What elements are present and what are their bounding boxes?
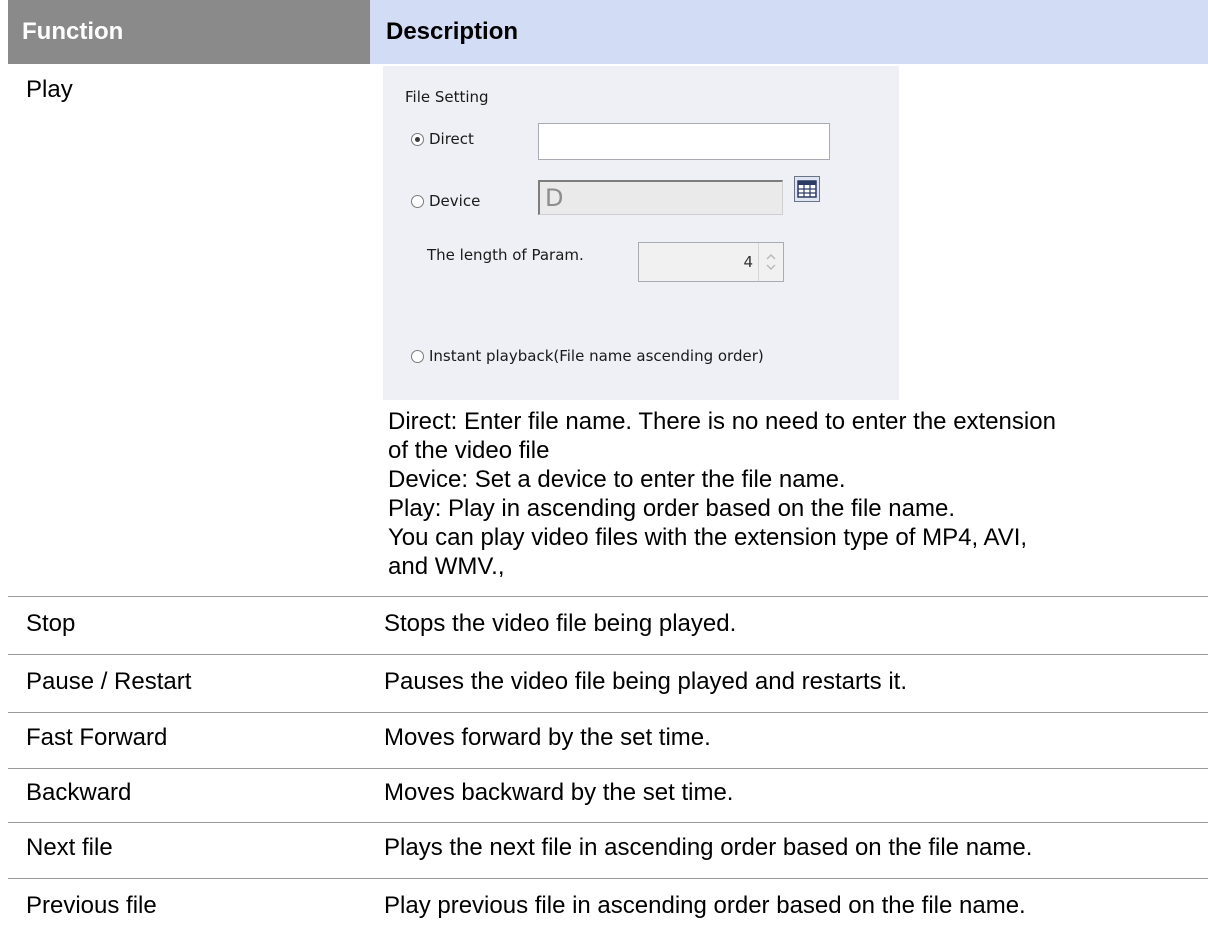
row-divider [8, 878, 1208, 879]
description-cell-previous-file: Play previous file in ascending order ba… [384, 892, 1026, 919]
description-cell-stop: Stops the video file being played. [384, 610, 737, 637]
play-description-line-6: and WMV., [388, 553, 505, 580]
play-description-line-2: of the video file [388, 437, 550, 464]
device-browse-icon [797, 180, 817, 198]
device-address-value: D [545, 184, 564, 212]
function-cell-pause-restart: Pause / Restart [26, 668, 192, 695]
file-setting-panel: File Setting Direct Device D The length … [383, 66, 899, 400]
direct-filename-input[interactable] [538, 123, 830, 160]
description-cell-backward: Moves backward by the set time. [384, 779, 734, 806]
function-cell-next-file: Next file [26, 834, 113, 861]
device-address-field[interactable]: D [538, 180, 783, 215]
row-divider [8, 768, 1208, 769]
function-cell-fast-forward: Fast Forward [26, 724, 168, 751]
function-cell-play: Play [26, 76, 73, 103]
direct-radio[interactable] [411, 133, 424, 146]
play-description-line-5: You can play video files with the extens… [388, 524, 1028, 551]
device-browse-button[interactable] [794, 176, 820, 202]
description-cell-fast-forward: Moves forward by the set time. [384, 724, 711, 751]
description-cell-next-file: Plays the next file in ascending order b… [384, 834, 1033, 861]
stepper-arrows-icon [766, 254, 776, 270]
play-description-line-1: Direct: Enter file name. There is no nee… [388, 408, 1056, 435]
instant-playback-radio[interactable] [411, 350, 424, 363]
param-length-stepper[interactable]: 4 [638, 242, 784, 282]
row-divider [8, 654, 1208, 655]
function-cell-stop: Stop [26, 610, 76, 637]
stepper-arrows[interactable] [758, 243, 783, 281]
function-cell-backward: Backward [26, 779, 132, 806]
description-cell-pause-restart: Pauses the video file being played and r… [384, 668, 907, 695]
device-radio-label: Device [429, 192, 481, 210]
function-cell-previous-file: Previous file [26, 892, 157, 919]
row-divider [8, 596, 1208, 597]
instant-playback-label: Instant playback(File name ascending ord… [429, 347, 764, 365]
function-header-label: Function [22, 18, 124, 45]
direct-radio-label: Direct [429, 130, 474, 148]
function-column-header: Function [8, 0, 370, 64]
play-description-line-4: Play: Play in ascending order based on t… [388, 495, 956, 522]
param-length-label: The length of Param. [427, 246, 584, 264]
play-description-line-3: Device: Set a device to enter the file n… [388, 466, 846, 493]
device-radio[interactable] [411, 195, 424, 208]
file-setting-title: File Setting [405, 88, 489, 106]
row-divider [8, 712, 1208, 713]
param-length-value: 4 [743, 253, 753, 271]
description-header-label: Description [386, 18, 519, 45]
row-divider [8, 822, 1208, 823]
description-column-header: Description [370, 0, 1208, 64]
